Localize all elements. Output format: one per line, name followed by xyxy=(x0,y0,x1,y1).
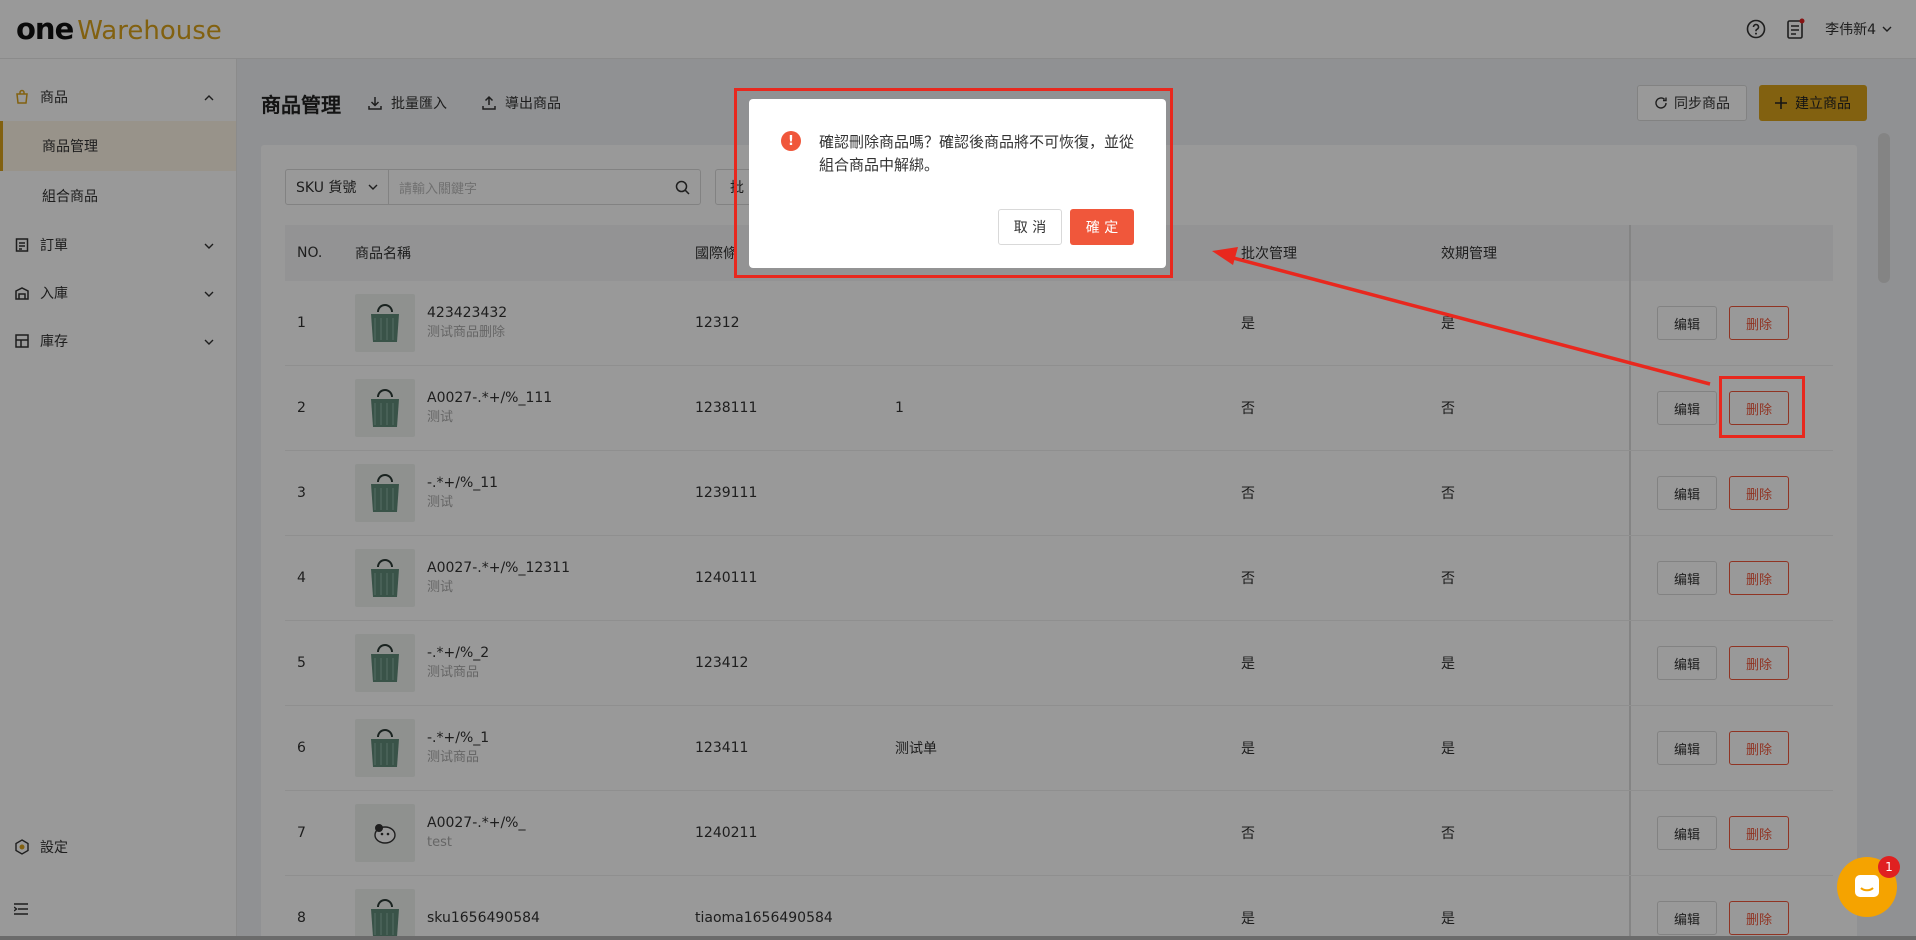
chat-badge: 1 xyxy=(1878,856,1900,878)
annotation-arrow xyxy=(1212,247,1711,386)
chat-icon xyxy=(1855,875,1879,897)
bottom-strip xyxy=(0,936,1916,940)
